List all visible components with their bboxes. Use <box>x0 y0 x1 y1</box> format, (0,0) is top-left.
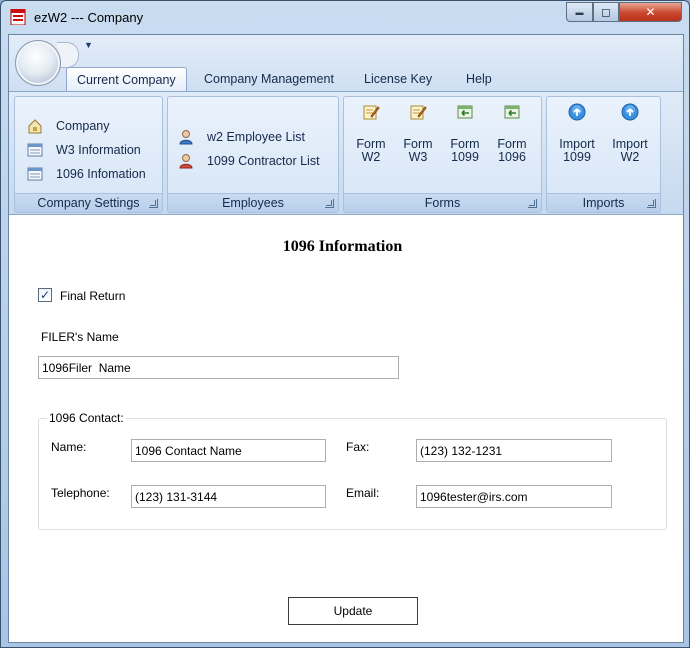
maximize-icon: ◻ <box>601 5 611 19</box>
w2-employee-list-label: w2 Employee List <box>207 130 305 144</box>
form-w3-line2: W3 <box>408 150 428 164</box>
fax-input[interactable] <box>416 439 612 462</box>
tab-help[interactable]: Help <box>456 67 502 91</box>
telephone-input[interactable] <box>131 485 326 508</box>
forms-group-label: Forms <box>344 193 541 212</box>
checkmark-icon: ✓ <box>39 288 51 302</box>
red-person-icon <box>179 154 193 169</box>
group-employees: w2 Employee List 1099 Contractor List Em… <box>167 96 339 213</box>
app-window: ezW2 --- Company ▬ ◻ ✕ ▼ Current Company… <box>0 0 690 648</box>
ribbon-panel: Company W3 Information 1096 Infomation C… <box>9 91 683 215</box>
ribbon-tab-bar: ▼ Current Company Company Management Lic… <box>9 35 683 91</box>
company-settings-launcher-icon[interactable] <box>149 199 158 208</box>
form-w3-button[interactable]: Form W3 <box>395 103 441 164</box>
final-return-label: Final Return <box>60 289 126 303</box>
form-1099-line2: 1099 <box>451 150 479 164</box>
minimize-icon: ▬ <box>575 7 584 17</box>
page-title: 1096 Information <box>282 238 403 255</box>
lock-house-icon <box>28 119 42 134</box>
company-label: Company <box>56 119 110 133</box>
minimize-button[interactable]: ▬ <box>566 2 593 22</box>
group-forms: Form W2 Form W3 Form 1099 Form 1096 Form… <box>343 96 542 213</box>
email-input[interactable] <box>416 485 612 508</box>
blue-person-icon <box>179 130 193 145</box>
form-1096-button[interactable]: Form 1096 <box>489 103 535 164</box>
contact-legend: 1096 Contact: <box>47 411 126 425</box>
imports-group-label: Imports <box>547 193 660 212</box>
export-arrow-icon <box>457 105 473 119</box>
title-bar[interactable]: ezW2 --- Company ▬ ◻ ✕ <box>1 1 689 35</box>
form-1099-button[interactable]: Form 1099 <box>442 103 488 164</box>
1096-information-button[interactable]: 1096 Infomation <box>27 163 146 185</box>
close-button[interactable]: ✕ <box>619 2 682 22</box>
form-w2-line2: W2 <box>361 150 381 164</box>
1096-information-label: 1096 Infomation <box>56 167 146 181</box>
application-menu-button[interactable] <box>15 40 61 86</box>
import-1099-button[interactable]: Import 1099 <box>554 103 600 164</box>
main-frame: ▼ Current Company Company Management Lic… <box>8 34 684 643</box>
1099-contractor-list-button[interactable]: 1099 Contractor List <box>178 150 320 172</box>
imports-launcher-icon[interactable] <box>647 199 656 208</box>
company-button[interactable]: Company <box>27 115 110 137</box>
edit-form-icon <box>363 105 380 120</box>
edit-form-icon <box>410 105 427 120</box>
app-icon[interactable] <box>10 9 26 25</box>
upload-circle-icon <box>621 103 639 121</box>
filer-name-label: FILER's Name <box>41 330 119 344</box>
employees-launcher-icon[interactable] <box>325 199 334 208</box>
1099-contractor-list-label: 1099 Contractor List <box>207 154 320 168</box>
import-1099-line2: 1099 <box>563 150 591 164</box>
fax-label: Fax: <box>346 440 370 454</box>
company-settings-group-label: Company Settings <box>15 193 162 212</box>
w3-information-label: W3 Information <box>56 143 141 157</box>
employees-group-label: Employees <box>168 193 338 212</box>
window-title: ezW2 --- Company <box>34 10 144 25</box>
content-panel: 1096 Information ✓ Final Return FILER's … <box>9 216 683 642</box>
export-arrow-icon <box>504 105 520 119</box>
contact-name-input[interactable] <box>131 439 326 462</box>
final-return-checkbox[interactable]: ✓ <box>38 288 52 302</box>
quick-access-dropdown-icon[interactable]: ▼ <box>84 40 93 50</box>
form-icon <box>27 143 43 157</box>
maximize-button[interactable]: ◻ <box>593 2 619 22</box>
update-button[interactable]: Update <box>288 597 418 625</box>
telephone-label: Telephone: <box>51 486 110 500</box>
w2-employee-list-button[interactable]: w2 Employee List <box>178 126 305 148</box>
tab-company-management[interactable]: Company Management <box>194 67 344 91</box>
form-w2-button[interactable]: Form W2 <box>348 103 394 164</box>
form-icon <box>27 167 43 181</box>
filer-name-input[interactable] <box>38 356 399 379</box>
email-label: Email: <box>346 486 380 500</box>
form-1096-line2: 1096 <box>498 150 526 164</box>
import-w2-line2: W2 <box>620 150 640 164</box>
w3-information-button[interactable]: W3 Information <box>27 139 141 161</box>
group-company-settings: Company W3 Information 1096 Infomation C… <box>14 96 163 213</box>
import-w2-button[interactable]: Import W2 <box>607 103 653 164</box>
tab-license-key[interactable]: License Key <box>354 67 442 91</box>
tab-current-company[interactable]: Current Company <box>66 67 187 91</box>
group-imports: Import 1099 Import W2 Imports <box>546 96 661 213</box>
upload-circle-icon <box>568 103 586 121</box>
contact-fieldset: 1096 Contact: Name: Fax: Telephone: Emai… <box>38 411 667 530</box>
close-icon: ✕ <box>645 5 656 19</box>
contact-name-label: Name: <box>51 440 87 454</box>
forms-launcher-icon[interactable] <box>528 199 537 208</box>
